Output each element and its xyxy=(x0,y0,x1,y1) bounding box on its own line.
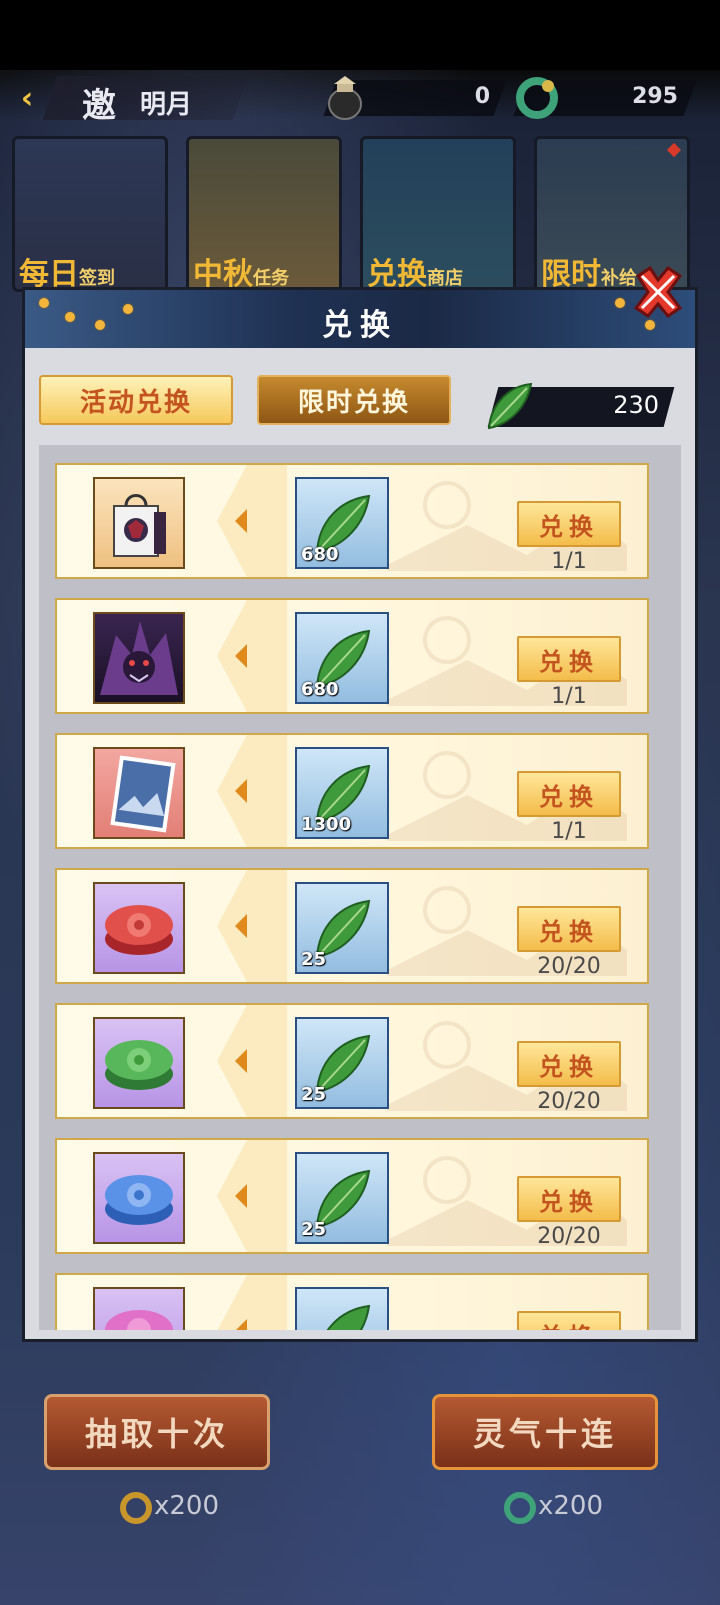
back-button[interactable]: ‹ xyxy=(10,76,44,120)
banner-midautumn-task[interactable]: 中秋任务 xyxy=(186,136,342,292)
cost-value: 680 xyxy=(301,544,339,565)
exchange-button[interactable]: 兑换 xyxy=(517,1311,621,1330)
exchange-limit: 1/1 xyxy=(551,684,587,709)
resource-value-2: 295 xyxy=(632,84,678,109)
blue-mooncake-icon xyxy=(105,1175,173,1225)
exchange-button[interactable]: 兑换 xyxy=(517,771,621,817)
cost-slot: 25 xyxy=(295,1152,389,1244)
modal-title: 兑换 xyxy=(322,308,398,343)
spirit-ten-cost: x200 xyxy=(502,1484,603,1528)
spirit-ten-cost-value: x200 xyxy=(538,1491,604,1521)
banner-sublabel: 签到 xyxy=(79,268,115,289)
gold-dragon-icon xyxy=(120,1492,152,1524)
arrow-left-icon xyxy=(217,870,287,982)
cost-value: 25 xyxy=(301,1219,327,1240)
exchange-limit: 20/20 xyxy=(537,1089,601,1114)
exchange-button[interactable]: 兑换 xyxy=(517,1176,621,1222)
draw-ten-cost: x200 xyxy=(118,1484,219,1528)
exchange-row: 25 兑换 20/20 xyxy=(55,1138,649,1254)
exchange-limit: 20/20 xyxy=(537,1224,601,1249)
ink-jar-icon xyxy=(328,76,362,120)
green-mooncake-icon xyxy=(105,1040,173,1090)
exchange-row: 680 兑换 1/1 xyxy=(55,463,649,579)
exchange-list[interactable]: 680 兑换 1/1 680 兑换 1/1 1300 兑换 1/1 25 兑换 … xyxy=(39,445,681,1330)
exchange-row: 兑换 xyxy=(55,1273,649,1330)
red-mooncake-icon xyxy=(105,905,173,955)
resource-value-1: 0 xyxy=(474,84,490,109)
close-icon xyxy=(633,265,683,318)
exchange-button[interactable]: 兑换 xyxy=(517,501,621,547)
close-button[interactable] xyxy=(628,262,688,322)
item-slot[interactable] xyxy=(93,612,185,704)
exchange-row: 25 兑换 20/20 xyxy=(55,1003,649,1119)
tab-event-exchange[interactable]: 活动兑换 xyxy=(39,375,233,425)
modal-header: 兑换 xyxy=(25,290,695,348)
arrow-left-icon xyxy=(217,1140,287,1252)
feature-banners: 每日签到 中秋任务 兑换商店 限时补给 xyxy=(12,136,712,292)
gift-bag-icon xyxy=(113,494,166,557)
cost-slot: 25 xyxy=(295,1017,389,1109)
exchange-button[interactable]: 兑换 xyxy=(517,636,621,682)
jade-dragon-icon xyxy=(516,77,558,119)
exchange-limit: 1/1 xyxy=(551,819,587,844)
cost-slot: 680 xyxy=(295,612,389,704)
banner-exchange-shop[interactable]: 兑换商店 xyxy=(360,136,516,292)
leaf-icon xyxy=(326,1304,371,1330)
item-slot[interactable] xyxy=(93,747,185,839)
exchange-row: 1300 兑换 1/1 xyxy=(55,733,649,849)
chevron-left-icon: ‹ xyxy=(20,80,34,116)
leaf-icon xyxy=(487,382,533,430)
cost-slot: 25 xyxy=(295,882,389,974)
exchange-button[interactable]: 兑换 xyxy=(517,906,621,952)
top-bar: ‹ 邀 明月 0 295 xyxy=(0,72,720,126)
item-slot[interactable] xyxy=(93,882,185,974)
exchange-limit: 20/20 xyxy=(537,954,601,979)
exchange-row: 680 兑换 1/1 xyxy=(55,598,649,714)
pink-mooncake-icon xyxy=(105,1310,173,1330)
banner-sublabel: 商店 xyxy=(427,268,463,289)
currency-value: 230 xyxy=(613,391,659,419)
notification-dot xyxy=(666,142,682,158)
cost-slot: 680 xyxy=(295,477,389,569)
cost-slot xyxy=(295,1287,389,1330)
banner-sublabel: 任务 xyxy=(253,268,289,289)
cost-value: 25 xyxy=(301,949,327,970)
arrow-left-icon xyxy=(217,735,287,847)
cost-value: 25 xyxy=(301,1084,327,1105)
draw-ten-cost-value: x200 xyxy=(154,1491,220,1521)
draw-ten-button[interactable]: 抽取十次 xyxy=(44,1394,270,1470)
exchange-limit: 1/1 xyxy=(551,549,587,574)
spirit-ten-button[interactable]: 灵气十连 xyxy=(432,1394,658,1470)
cost-slot: 1300 xyxy=(295,747,389,839)
arrow-left-icon xyxy=(217,465,287,577)
item-slot[interactable] xyxy=(93,1152,185,1244)
arrow-left-icon xyxy=(217,600,287,712)
exchange-row: 25 兑换 20/20 xyxy=(55,868,649,984)
item-slot[interactable] xyxy=(93,1017,185,1109)
banner-daily-signin[interactable]: 每日签到 xyxy=(12,136,168,292)
exchange-modal: 兑换 活动兑换 限时兑换 230 680 兑换 1/1 680 兑换 1/1 1… xyxy=(22,287,698,1342)
arrow-left-icon xyxy=(217,1005,287,1117)
arrow-left-icon xyxy=(217,1275,287,1330)
item-slot[interactable] xyxy=(93,1287,185,1330)
dragon-portrait-icon xyxy=(100,621,178,695)
tab-limited-exchange[interactable]: 限时兑换 xyxy=(257,375,451,425)
exchange-button[interactable]: 兑换 xyxy=(517,1041,621,1087)
status-bar xyxy=(0,0,720,70)
item-slot[interactable] xyxy=(93,477,185,569)
cost-value: 1300 xyxy=(301,814,352,835)
jade-dragon-icon xyxy=(504,1492,536,1524)
page-title-char: 邀 xyxy=(82,86,116,126)
cost-value: 680 xyxy=(301,679,339,700)
scenery-card-icon xyxy=(110,755,176,833)
page-title: 明月 xyxy=(140,90,193,120)
